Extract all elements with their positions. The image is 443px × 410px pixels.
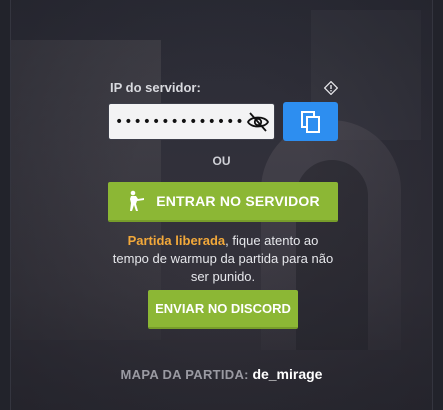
send-discord-button[interactable]: ENVIAR NO DISCORD xyxy=(148,290,298,329)
map-value: de_mirage xyxy=(252,366,323,382)
server-ip-field[interactable]: •••••••••••••• xyxy=(108,103,275,140)
copy-ip-button[interactable] xyxy=(283,102,338,141)
enter-server-label: ENTRAR NO SERVIDOR xyxy=(156,193,320,209)
send-discord-label: ENVIAR NO DISCORD xyxy=(155,301,291,316)
match-notice: Partida liberada, fique atento ao tempo … xyxy=(110,232,336,286)
eye-slash-icon[interactable] xyxy=(246,111,270,133)
server-ip-label: IP do servidor: xyxy=(110,80,201,95)
server-ip-masked-value: •••••••••••••• xyxy=(115,113,245,130)
or-separator: OU xyxy=(212,154,231,168)
map-label: MAPA DA PARTIDA: xyxy=(120,367,249,382)
enter-server-button[interactable]: ENTRAR NO SERVIDOR xyxy=(108,182,338,222)
match-map-line: MAPA DA PARTIDA: de_mirage xyxy=(0,366,443,382)
copy-icon xyxy=(300,110,320,133)
info-diamond-icon[interactable] xyxy=(324,81,338,95)
match-panel: IP do servidor: •••••••••••••• OU ENTRAR… xyxy=(0,0,443,410)
notice-highlight: Partida liberada xyxy=(127,233,226,248)
soldier-icon xyxy=(130,190,145,211)
